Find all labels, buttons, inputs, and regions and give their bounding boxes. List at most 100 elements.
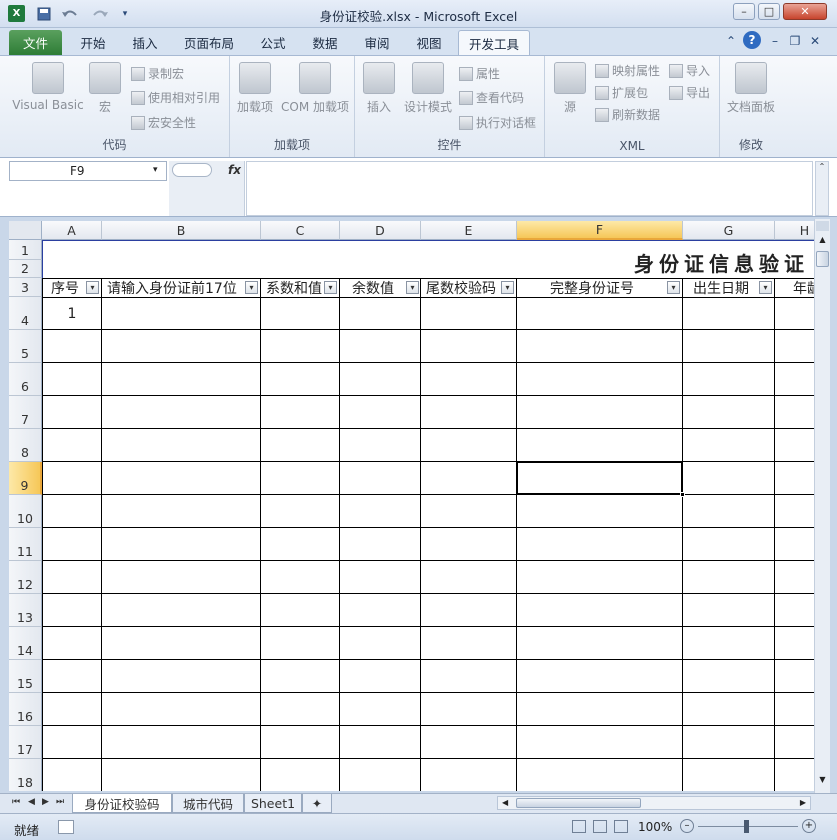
column-header-d[interactable]: D (340, 221, 421, 240)
workbook-close-icon[interactable]: ✕ (808, 32, 822, 50)
expansion-packs-button[interactable]: 扩展包 (595, 84, 648, 101)
row-header-13[interactable]: 13 (9, 594, 42, 627)
row-header-5[interactable]: 5 (9, 330, 42, 363)
scroll-up-icon[interactable]: ▲ (816, 235, 829, 249)
insert-sheet-icon[interactable]: ✦ (302, 794, 332, 813)
formula-expand-icon[interactable]: ⌃ (815, 161, 829, 216)
workbook-restore-icon[interactable]: ❐ (788, 32, 802, 50)
com-addins-button[interactable]: COM 加载项 (278, 62, 352, 115)
select-all-corner[interactable] (9, 221, 42, 240)
properties-button[interactable]: 属性 (459, 65, 500, 82)
split-box[interactable] (816, 221, 829, 231)
scroll-left-icon[interactable]: ◀ (502, 798, 508, 807)
filter-dropdown-icon[interactable]: ▾ (324, 281, 337, 294)
workbook-minimize-icon[interactable]: – (768, 32, 782, 50)
record-macro-button[interactable]: 录制宏 (131, 65, 184, 82)
sheet-tab-city-code[interactable]: 城市代码 (172, 794, 244, 813)
filter-dropdown-icon[interactable]: ▾ (245, 281, 258, 294)
insert-control-button[interactable]: 插入 (361, 62, 397, 115)
run-dialog-button[interactable]: 执行对话框 (459, 114, 536, 131)
name-box-dropdown-icon[interactable]: ▾ (153, 165, 158, 175)
scroll-thumb[interactable] (816, 251, 829, 267)
row-header-10[interactable]: 10 (9, 495, 42, 528)
prev-sheet-icon[interactable]: ◀ (28, 797, 35, 807)
row-header-18[interactable]: 18 (9, 759, 42, 791)
macro-record-icon[interactable] (58, 820, 74, 834)
name-box[interactable]: F9 (9, 161, 167, 181)
column-header-h[interactable]: H (775, 221, 814, 240)
column-header-b[interactable]: B (102, 221, 261, 240)
row-header-11[interactable]: 11 (9, 528, 42, 561)
filter-dropdown-icon[interactable]: ▾ (86, 281, 99, 294)
page-layout-view-icon[interactable] (593, 820, 607, 833)
column-header-f[interactable]: F (517, 221, 683, 240)
header-cell-id-input[interactable]: 请输入身份证前17位 (102, 278, 245, 297)
formula-bar-toggle[interactable] (172, 163, 212, 177)
tab-view[interactable]: 视图 (406, 30, 452, 55)
import-button[interactable]: 导入 (669, 62, 710, 79)
horizontal-scrollbar[interactable]: ◀ ▶ (497, 796, 811, 810)
column-header-g[interactable]: G (683, 221, 775, 240)
vertical-scrollbar[interactable]: ▲ ▼ (814, 219, 830, 793)
header-cell-index[interactable]: 序号 (43, 278, 87, 297)
page-break-view-icon[interactable] (614, 820, 628, 833)
hscroll-thumb[interactable] (516, 798, 641, 808)
header-cell-age[interactable]: 年龄 (775, 278, 814, 297)
header-cell-birth-date[interactable]: 出生日期 (683, 278, 759, 297)
row-header-8[interactable]: 8 (9, 429, 42, 462)
filter-dropdown-icon[interactable]: ▾ (759, 281, 772, 294)
next-sheet-icon[interactable]: ▶ (42, 797, 49, 807)
row-header-17[interactable]: 17 (9, 726, 42, 759)
tab-formulas[interactable]: 公式 (250, 30, 296, 55)
column-header-a[interactable]: A (42, 221, 102, 240)
tab-page-layout[interactable]: 页面布局 (175, 30, 243, 55)
header-cell-remainder[interactable]: 余数值 (340, 278, 406, 297)
row-header-9[interactable]: 9 (9, 462, 42, 495)
minimize-button[interactable]: – (733, 3, 755, 20)
tab-review[interactable]: 审阅 (354, 30, 400, 55)
visual-basic-button[interactable]: Visual Basic (6, 62, 90, 112)
document-panel-button[interactable]: 文档面板 (722, 62, 780, 115)
column-header-e[interactable]: E (421, 221, 517, 240)
minimize-ribbon-icon[interactable]: ⌃ (724, 32, 738, 50)
worksheet-grid[interactable]: A B C D E F G H 1 2 3 4 5 6 7 8 9 10 11 … (9, 221, 814, 791)
maximize-button[interactable]: □ (758, 3, 780, 20)
cell-a4[interactable]: 1 (43, 305, 101, 323)
row-header-7[interactable]: 7 (9, 396, 42, 429)
tab-data[interactable]: 数据 (302, 30, 348, 55)
row-header-16[interactable]: 16 (9, 693, 42, 726)
macros-button[interactable]: 宏 (88, 62, 122, 115)
export-button[interactable]: 导出 (669, 84, 710, 101)
macro-security-button[interactable]: 宏安全性 (131, 114, 196, 131)
refresh-data-button[interactable]: 刷新数据 (595, 106, 660, 123)
column-header-c[interactable]: C (261, 221, 340, 240)
sheet-tab-id-check[interactable]: 身份证校验码 (72, 794, 172, 813)
scroll-down-icon[interactable]: ▼ (816, 775, 829, 789)
header-cell-coefficient-sum[interactable]: 系数和值 (261, 278, 324, 297)
row-header-14[interactable]: 14 (9, 627, 42, 660)
map-properties-button[interactable]: 映射属性 (595, 62, 660, 79)
scroll-right-icon[interactable]: ▶ (800, 798, 806, 807)
zoom-level[interactable]: 100% (638, 820, 672, 834)
header-cell-full-id[interactable]: 完整身份证号 (517, 278, 667, 297)
row-header-2[interactable]: 2 (9, 260, 42, 278)
tab-insert[interactable]: 插入 (122, 30, 168, 55)
row-header-3[interactable]: 3 (9, 278, 42, 297)
filter-dropdown-icon[interactable]: ▾ (406, 281, 419, 294)
design-mode-button[interactable]: 设计模式 (401, 62, 455, 115)
relative-reference-button[interactable]: 使用相对引用 (131, 89, 220, 106)
sheet-tab-sheet1[interactable]: Sheet1 (244, 794, 302, 813)
row-header-6[interactable]: 6 (9, 363, 42, 396)
last-sheet-icon[interactable]: ⏭ (56, 797, 64, 807)
filter-dropdown-icon[interactable]: ▾ (667, 281, 680, 294)
xml-source-button[interactable]: 源 (553, 62, 587, 115)
zoom-out-icon[interactable]: – (680, 819, 694, 833)
tab-developer[interactable]: 开发工具 (458, 30, 530, 55)
formula-input[interactable] (246, 161, 813, 216)
tab-home[interactable]: 开始 (70, 30, 116, 55)
fx-icon[interactable]: fx (228, 163, 241, 177)
filter-dropdown-icon[interactable]: ▾ (501, 281, 514, 294)
row-header-15[interactable]: 15 (9, 660, 42, 693)
row-header-1[interactable]: 1 (9, 240, 42, 260)
close-button[interactable]: ✕ (783, 3, 827, 20)
